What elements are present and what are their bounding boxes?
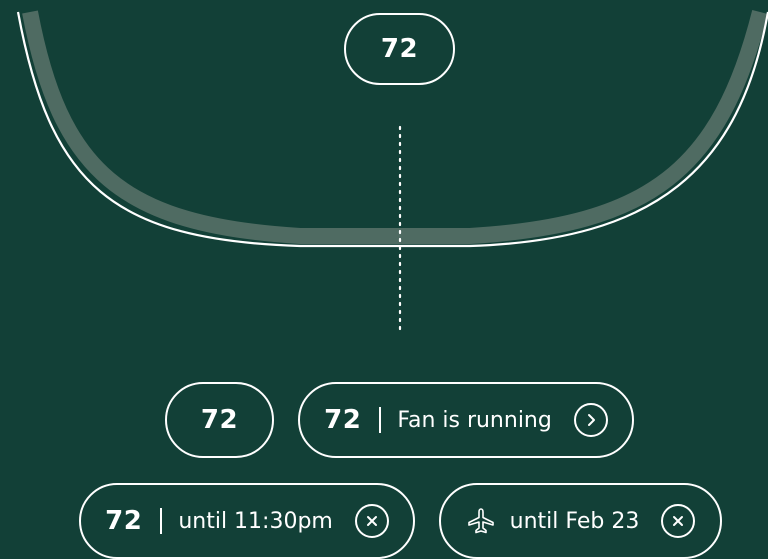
dial-temperature-pill[interactable]: 72 — [344, 13, 455, 85]
fan-status-label: Fan is running — [397, 407, 552, 433]
away-mode-pill[interactable]: until Feb 23 — [439, 483, 722, 559]
pill-temperature: 72 — [324, 405, 362, 435]
hold-until-time-pill[interactable]: 72 until 11:30pm — [79, 483, 415, 559]
away-until-label: until Feb 23 — [509, 508, 640, 534]
chevron-right-icon[interactable] — [573, 403, 608, 437]
temperature-pill[interactable]: 72 — [165, 382, 274, 458]
dial-temperature: 72 — [380, 34, 419, 64]
pill-temperature: 72 — [200, 405, 239, 435]
close-icon[interactable] — [661, 504, 696, 538]
pill-divider — [379, 407, 382, 433]
pill-temperature: 72 — [105, 506, 143, 536]
airplane-icon — [466, 506, 496, 536]
close-icon[interactable] — [354, 504, 389, 538]
fan-status-pill[interactable]: 72 Fan is running — [298, 382, 634, 458]
hold-until-label: until 11:30pm — [178, 508, 333, 534]
pill-divider — [160, 508, 163, 534]
